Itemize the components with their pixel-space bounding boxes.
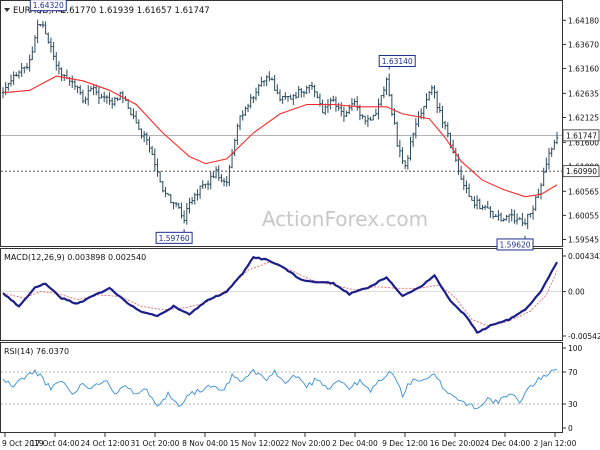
macd-panel-frame bbox=[0, 248, 563, 341]
price-y-tick-label-8: 1.60055 bbox=[568, 211, 599, 220]
x-tick-label-7: 2 Dec 04:00 bbox=[332, 439, 378, 448]
x-tick-label-6: 22 Nov 20:00 bbox=[280, 439, 331, 448]
price-y-tick-label-1: 1.63670 bbox=[568, 40, 599, 49]
annotation-label-0: 1.64320 bbox=[33, 1, 64, 10]
x-tick-label-2: 24 Oct 12:00 bbox=[81, 439, 130, 448]
rsi-panel-frame bbox=[0, 342, 563, 433]
macd-y-tick-label-2: -0.005423 bbox=[568, 332, 600, 341]
price-y-tick-label-9: 1.59545 bbox=[568, 236, 599, 245]
rsi-y-tick-label-1: 70 bbox=[568, 368, 578, 377]
chart-canvas: ActionForex.com EURAUD,H4 1.61770 1.6193… bbox=[0, 0, 600, 448]
rsi-title: RSI(14) 76.0370 bbox=[4, 347, 69, 356]
macd-y-tick-label-0: 0.004342 bbox=[568, 252, 600, 261]
watermark: ActionForex.com bbox=[262, 207, 428, 231]
macd-title: MACD(12,26,9) 0.003898 0.002540 bbox=[4, 253, 146, 262]
x-tick-label-9: 16 Dec 20:00 bbox=[430, 439, 481, 448]
price-y-tick-label-7: 1.60565 bbox=[568, 187, 599, 196]
x-tick-label-11: 2 Jan 12:00 bbox=[534, 439, 577, 448]
x-tick-label-8: 9 Dec 12:00 bbox=[382, 439, 428, 448]
x-tick-label-3: 31 Oct 20:00 bbox=[131, 439, 180, 448]
dotted-level-tag-label: 1.60990 bbox=[566, 167, 597, 176]
x-tick-label-10: 24 Dec 04:00 bbox=[480, 439, 531, 448]
rsi-y-tick-label-3: 0 bbox=[568, 424, 573, 433]
annotation-label-3: 1.59620 bbox=[500, 240, 531, 249]
annotation-label-1: 1.63140 bbox=[382, 57, 413, 66]
price-y-tick-label-0: 1.64180 bbox=[568, 16, 599, 25]
ohlc-values: 1.61770 1.61939 1.61657 1.61747 bbox=[61, 6, 210, 16]
x-tick-label-4: 8 Nov 04:00 bbox=[182, 439, 228, 448]
chart-window: ActionForex.com EURAUD,H4 1.61770 1.6193… bbox=[0, 0, 600, 450]
price-y-tick-label-4: 1.62125 bbox=[568, 113, 599, 122]
price-y-tick-label-3: 1.62635 bbox=[568, 89, 599, 98]
x-tick-label-5: 15 Nov 12:00 bbox=[230, 439, 281, 448]
annotation-label-2: 1.59760 bbox=[159, 234, 190, 243]
macd-y-tick-label-1: 0.00 bbox=[568, 288, 585, 297]
price-y-tick-label-2: 1.63160 bbox=[568, 65, 599, 74]
last-price-tag-label: 1.61747 bbox=[566, 131, 597, 140]
x-tick-label-1: 17 Oct 04:00 bbox=[31, 439, 80, 448]
rsi-y-tick-label-2: 30 bbox=[568, 400, 578, 409]
rsi-y-tick-label-0: 100 bbox=[568, 344, 583, 353]
